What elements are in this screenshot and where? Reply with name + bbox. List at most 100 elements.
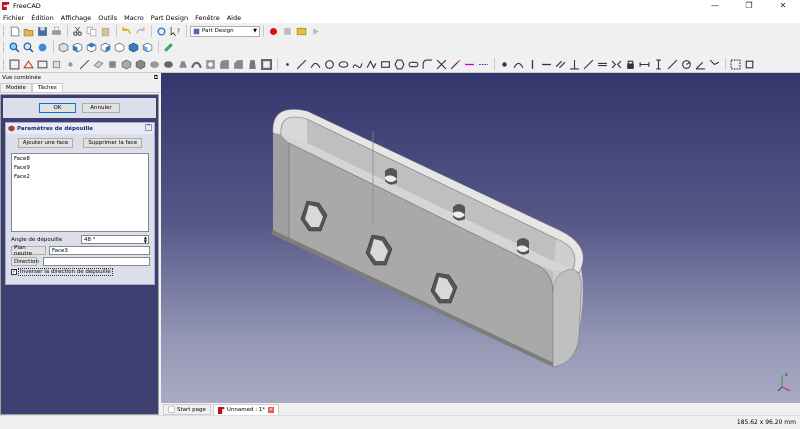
menu-aide[interactable]: Aide	[227, 14, 241, 22]
create-body-button[interactable]	[8, 58, 20, 70]
add-face-button[interactable]: Ajouter une face	[17, 138, 74, 148]
toolbar-grip[interactable]	[3, 41, 6, 53]
shape-binder-button[interactable]	[106, 58, 118, 70]
draw-style-button[interactable]	[36, 41, 48, 53]
fillet-button[interactable]	[218, 58, 230, 70]
point-button[interactable]	[281, 58, 293, 70]
draft-button[interactable]	[246, 58, 258, 70]
cut-button[interactable]	[71, 25, 83, 37]
datum-point-button[interactable]	[64, 58, 76, 70]
list-item[interactable]: Face8	[14, 155, 146, 164]
neutral-plane-field[interactable]: Face3	[49, 246, 150, 255]
create-sketch-button[interactable]	[22, 58, 34, 70]
toggle-driving-button[interactable]	[729, 58, 741, 70]
redo-button[interactable]	[134, 25, 146, 37]
constrain-horizontal-button[interactable]	[540, 58, 552, 70]
constrain-perpendicular-button[interactable]	[568, 58, 580, 70]
macros-button[interactable]	[295, 25, 307, 37]
constrain-parallel-button[interactable]	[554, 58, 566, 70]
remove-face-button[interactable]: Supprimer la face	[83, 138, 143, 148]
constrain-vertical-distance-button[interactable]	[652, 58, 664, 70]
constrain-horizontal-distance-button[interactable]	[638, 58, 650, 70]
print-button[interactable]	[50, 25, 62, 37]
measure-button[interactable]	[162, 41, 174, 53]
rectangle-button[interactable]	[379, 58, 391, 70]
tab-start-page[interactable]: Start page	[163, 404, 211, 415]
new-document-button[interactable]	[8, 25, 20, 37]
menu-outils[interactable]: Outils	[98, 14, 117, 22]
menu-part-design[interactable]: Part Design	[151, 14, 188, 22]
3d-viewport[interactable]: z	[161, 73, 800, 403]
pipe-button[interactable]	[190, 58, 202, 70]
draft-parameters-header[interactable]: Paramètres de dépouille ^	[6, 123, 154, 134]
constrain-equal-button[interactable]	[596, 58, 608, 70]
workbench-selector[interactable]: Part Design ▼	[190, 25, 260, 37]
menu-affichage[interactable]: Affichage	[61, 14, 92, 22]
top-view-button[interactable]	[85, 41, 97, 53]
constrain-radius-button[interactable]	[680, 58, 692, 70]
slot-button[interactable]	[407, 58, 419, 70]
reverse-label[interactable]: Inverser la direction de dépouille	[18, 268, 113, 276]
tab-modele[interactable]: Modèle	[0, 83, 32, 92]
collapse-icon[interactable]: ^	[145, 124, 152, 131]
rear-view-button[interactable]	[113, 41, 125, 53]
close-button[interactable]: ✕	[766, 0, 800, 12]
constrain-lock-button[interactable]	[624, 58, 636, 70]
close-tab-icon[interactable]: ×	[268, 407, 275, 413]
constrain-distance-button[interactable]	[666, 58, 678, 70]
polygon-button[interactable]	[393, 58, 405, 70]
maximize-button[interactable]: ❐	[732, 0, 766, 12]
execute-macro-button[interactable]	[309, 25, 321, 37]
part-model[interactable]	[161, 73, 800, 403]
face-list[interactable]: Face8 Face9 Face2	[11, 153, 149, 232]
constrain-coincident-button[interactable]	[498, 58, 510, 70]
constrain-snell-button[interactable]	[708, 58, 720, 70]
reverse-checkbox[interactable]: ✓	[11, 269, 17, 275]
external-geometry-button[interactable]	[463, 58, 475, 70]
isometric-view-button[interactable]	[57, 41, 69, 53]
pocket-button[interactable]	[134, 58, 146, 70]
right-view-button[interactable]	[99, 41, 111, 53]
neutral-plane-button[interactable]: Plan neutre	[11, 245, 46, 257]
copy-button[interactable]	[85, 25, 97, 37]
front-view-button[interactable]	[71, 41, 83, 53]
list-item[interactable]: Face9	[14, 164, 146, 173]
undock-icon[interactable]: ⧉	[154, 74, 158, 82]
menu-fichier[interactable]: Fichier	[3, 14, 24, 22]
fit-selection-button[interactable]	[22, 41, 34, 53]
list-item[interactable]: Face2	[14, 173, 146, 182]
fit-all-button[interactable]	[8, 41, 20, 53]
menu-edition[interactable]: Édition	[31, 14, 54, 22]
direction-button[interactable]: Direction	[11, 257, 39, 266]
minimize-button[interactable]: —	[698, 0, 732, 12]
spin-arrows-icon[interactable]: ▲ ▼	[144, 236, 147, 244]
polyline-button[interactable]	[365, 58, 377, 70]
bottom-view-button[interactable]	[127, 41, 139, 53]
tab-taches[interactable]: Tâches	[31, 83, 63, 92]
undo-button[interactable]	[120, 25, 132, 37]
menu-fenetre[interactable]: Fenêtre	[195, 14, 220, 22]
constrain-tangent-button[interactable]	[582, 58, 594, 70]
save-button[interactable]	[36, 25, 48, 37]
fillet-sketch-button[interactable]	[421, 58, 433, 70]
left-view-button[interactable]	[141, 41, 153, 53]
thickness-button[interactable]	[260, 58, 272, 70]
constrain-vertical-button[interactable]	[526, 58, 538, 70]
hole-button[interactable]	[204, 58, 216, 70]
stop-macro-button[interactable]	[281, 25, 293, 37]
construction-mode-button[interactable]	[477, 58, 489, 70]
line-button[interactable]	[295, 58, 307, 70]
validate-sketch-button[interactable]	[36, 58, 48, 70]
record-macro-button[interactable]	[267, 25, 279, 37]
datum-line-button[interactable]	[78, 58, 90, 70]
angle-spinbox[interactable]: 48 ° ▲ ▼	[81, 235, 149, 244]
trim-button[interactable]	[435, 58, 447, 70]
pad-button[interactable]	[120, 58, 132, 70]
whats-this-button[interactable]: ?	[169, 25, 181, 37]
open-button[interactable]	[22, 25, 34, 37]
arc-button[interactable]	[309, 58, 321, 70]
loft-button[interactable]	[176, 58, 188, 70]
circle-button[interactable]	[323, 58, 335, 70]
paste-button[interactable]	[99, 25, 111, 37]
refresh-button[interactable]	[155, 25, 167, 37]
